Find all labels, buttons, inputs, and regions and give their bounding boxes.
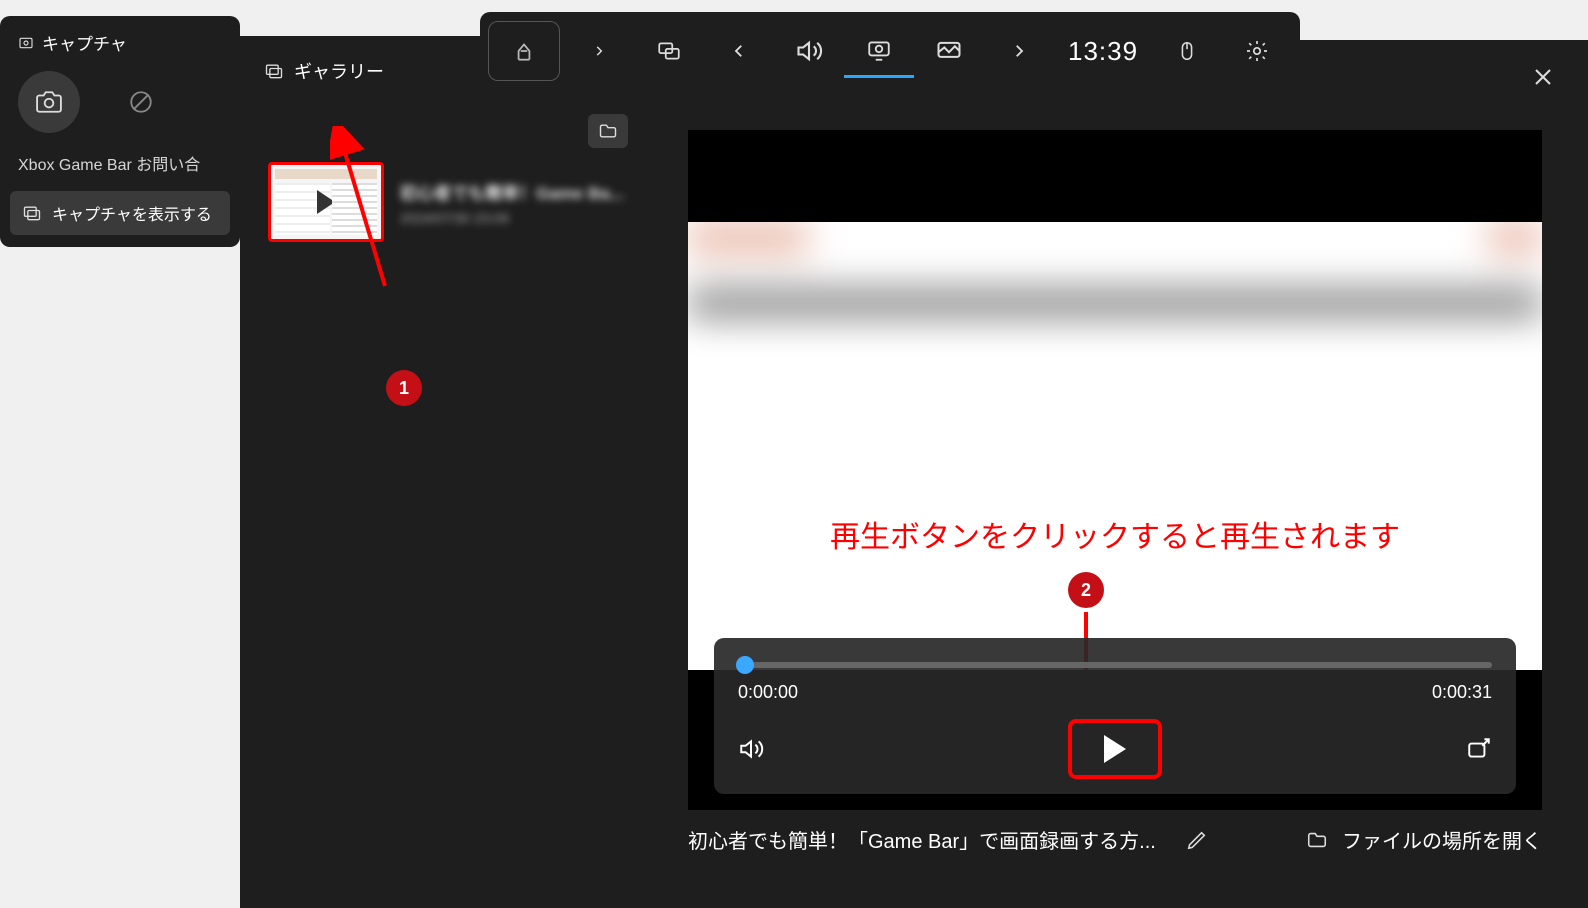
video-content: 再生ボタンをクリックすると再生されます 2	[688, 222, 1542, 670]
chevron-left-icon	[730, 42, 748, 60]
show-captures-label: キャプチャを表示する	[52, 201, 212, 225]
current-time: 0:00:00	[738, 682, 798, 703]
capture-widget-title: キャプチャ	[42, 30, 127, 55]
close-main-button[interactable]	[1526, 60, 1560, 94]
open-file-location-label: ファイルの場所を開く	[1342, 825, 1542, 854]
open-folder-button[interactable]	[588, 114, 628, 148]
main-preview-area: 13:39 再生ボタンをクリックすると再生されます 2	[660, 40, 1588, 908]
gamebar-toolbar: 13:39	[480, 12, 1300, 90]
gear-icon	[1245, 39, 1269, 63]
performance-button[interactable]	[914, 24, 984, 78]
chevron-right-icon	[1010, 42, 1028, 60]
feedback-link[interactable]: Xbox Game Bar お問い合	[0, 133, 240, 185]
play-button[interactable]	[1068, 719, 1162, 779]
video-preview-frame: 再生ボタンをクリックすると再生されます 2 0:00:00 0:00:31	[688, 130, 1542, 810]
gallery-title: ギャラリー	[294, 58, 384, 84]
progress-track[interactable]	[738, 662, 1492, 668]
gallery-item-date: 2024/07/30 23:09	[400, 204, 624, 226]
gallery-item[interactable]: 初心者でも簡単！Game Ba... 2024/07/30 23:09	[240, 162, 660, 242]
audio-button[interactable]	[774, 24, 844, 78]
annotation-marker-2: 2	[1068, 572, 1104, 608]
chevron-right-icon	[592, 44, 606, 58]
gallery-item-meta: 初心者でも簡単！Game Ba... 2024/07/30 23:09	[400, 179, 624, 226]
pencil-icon	[1186, 829, 1208, 851]
rename-button[interactable]	[1186, 829, 1208, 851]
gallery-panel: ギャラリー 初心	[240, 36, 660, 908]
toolbar-clock: 13:39	[1054, 36, 1152, 67]
capture-widget: キャプチャ Xbox Game Bar お問い合 キャプチャを表示する	[0, 16, 240, 247]
toolbar-next-nav[interactable]	[984, 24, 1054, 78]
record-disabled-button[interactable]	[110, 71, 172, 133]
duration: 0:00:31	[1432, 682, 1492, 703]
gallery-thumbnail[interactable]	[268, 162, 384, 242]
capture-tab-icon	[866, 37, 892, 63]
preview-footer: 初心者でも簡単！「Game Bar」で画面録画する方... ファイルの場所を開く	[688, 825, 1542, 854]
play-icon	[317, 190, 335, 214]
performance-icon	[935, 37, 963, 65]
widgets-button[interactable]	[634, 24, 704, 78]
gallery-icon	[22, 203, 42, 223]
settings-button[interactable]	[1222, 24, 1292, 78]
folder-icon	[1306, 829, 1328, 851]
speaker-icon	[795, 37, 823, 65]
toolbar-prev-nav[interactable]	[704, 24, 774, 78]
capture-icon	[18, 35, 34, 51]
toolbar-next-button[interactable]	[564, 24, 634, 78]
progress-thumb[interactable]	[736, 656, 754, 674]
annotation-play-hint: 再生ボタンをクリックすると再生されます	[830, 512, 1400, 556]
capture-widget-title-row: キャプチャ	[0, 16, 240, 71]
show-captures-button[interactable]: キャプチャを表示する	[10, 191, 230, 235]
close-icon	[1531, 65, 1555, 89]
capture-tab-button[interactable]	[844, 24, 914, 78]
gallery-item-title: 初心者でも簡単！Game Ba...	[400, 179, 624, 204]
play-triangle-icon	[1104, 735, 1126, 763]
annotation-marker-1: 1	[386, 370, 422, 406]
open-file-location-button[interactable]: ファイルの場所を開く	[1306, 825, 1542, 854]
xbox-icon	[511, 38, 537, 64]
gallery-title-icon	[264, 61, 284, 81]
volume-button[interactable]	[738, 736, 764, 762]
screenshot-button[interactable]	[18, 71, 80, 133]
player-controls: 0:00:00 0:00:31	[714, 638, 1516, 794]
mouse-button[interactable]	[1152, 24, 1222, 78]
widgets-icon	[656, 38, 682, 64]
xbox-launcher-button[interactable]	[488, 21, 560, 81]
popout-icon	[1466, 736, 1492, 762]
clip-title: 初心者でも簡単！「Game Bar」で画面録画する方...	[688, 825, 1156, 854]
volume-icon	[738, 736, 764, 762]
folder-icon	[598, 121, 618, 141]
popout-button[interactable]	[1466, 736, 1492, 762]
mouse-icon	[1176, 40, 1198, 62]
